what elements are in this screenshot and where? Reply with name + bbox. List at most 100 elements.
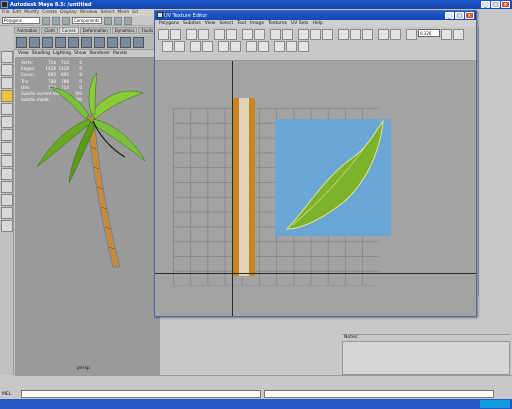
shelf-tool-icon[interactable] — [120, 37, 131, 48]
uv-tool-icon[interactable] — [362, 29, 373, 40]
uv-tool-icon[interactable] — [162, 41, 173, 52]
rotate-tool-icon[interactable] — [1, 103, 13, 115]
menu-select[interactable]: Select — [100, 10, 114, 15]
snap-grid-icon[interactable] — [114, 16, 122, 25]
uv-maximize-button[interactable]: □ — [455, 12, 464, 19]
shelf-tool-icon[interactable] — [107, 37, 118, 48]
mel-command-input[interactable] — [21, 390, 261, 398]
close-button[interactable]: × — [501, 1, 510, 8]
snap-curve-icon[interactable] — [124, 16, 132, 25]
notes-textarea[interactable] — [342, 341, 510, 375]
uv-tool-icon[interactable] — [258, 41, 269, 52]
uv-tool-icon[interactable] — [298, 29, 309, 40]
uv-menu-polygons[interactable]: Polygons — [159, 21, 179, 26]
component-combo[interactable]: Components — [72, 17, 102, 24]
uv-value-field[interactable]: 0.326 — [418, 29, 440, 37]
layout-four-icon[interactable] — [1, 168, 13, 180]
lasso-tool-icon[interactable] — [1, 64, 13, 76]
shelf-tab-deformation[interactable]: Deformation — [79, 27, 111, 34]
shelf-tool-icon[interactable] — [29, 37, 40, 48]
paint-select-tool-icon[interactable] — [1, 77, 13, 89]
uv-tool-icon[interactable] — [378, 29, 389, 40]
scale-tool-icon[interactable] — [1, 116, 13, 128]
vp-menu-renderer[interactable]: Renderer — [89, 51, 110, 56]
uv-tool-icon[interactable] — [170, 29, 181, 40]
select-tool-icon[interactable] — [1, 51, 13, 63]
manipulator-tool-icon[interactable] — [1, 129, 13, 141]
vp-menu-panels[interactable]: Panels — [113, 51, 127, 56]
uv-close-button[interactable]: × — [465, 12, 474, 19]
perspective-viewport[interactable]: Verts: 714 714 0 Edges: 1428 1428 0 Faces: 695 6… — [15, 57, 160, 375]
layout-graph-icon[interactable] — [1, 207, 13, 219]
shelf-tool-icon[interactable] — [16, 37, 27, 48]
save-scene-icon[interactable] — [62, 16, 70, 25]
mode-combo[interactable]: Polygons — [2, 17, 40, 24]
shelf-tool-icon[interactable] — [55, 37, 66, 48]
uv-tool-icon[interactable] — [310, 29, 321, 40]
uv-tool-icon[interactable] — [214, 29, 225, 40]
uv-menu-select[interactable]: Select — [219, 21, 233, 26]
layout-single-icon[interactable] — [1, 155, 13, 167]
shelf-tool-icon[interactable] — [94, 37, 105, 48]
uv-tool-icon[interactable] — [338, 29, 349, 40]
shelf-tool-icon[interactable] — [68, 37, 79, 48]
menu-create[interactable]: Create — [42, 10, 57, 15]
shelf-tool-icon[interactable] — [133, 37, 144, 48]
uv-tool-icon[interactable] — [218, 41, 229, 52]
uv-tool-icon[interactable] — [202, 41, 213, 52]
uv-tool-icon[interactable] — [322, 29, 333, 40]
shelf-tab-cloth[interactable]: Cloth — [41, 27, 58, 34]
vp-menu-show[interactable]: Show — [74, 51, 86, 56]
menu-window[interactable]: Window — [80, 10, 98, 15]
uv-tool-icon[interactable] — [230, 41, 241, 52]
uv-editor-title-bar[interactable]: UV Texture Editor _ □ × — [155, 11, 476, 20]
menu-edit-mesh[interactable]: Ed — [132, 10, 138, 15]
uv-menu-tool[interactable]: Tool — [237, 21, 246, 26]
select-mode-icon[interactable] — [104, 16, 112, 25]
menu-mesh[interactable]: Mesh — [117, 10, 129, 15]
uv-canvas[interactable] — [155, 61, 476, 316]
vp-menu-view[interactable]: View — [18, 51, 29, 56]
vp-menu-shading[interactable]: Shading — [32, 51, 50, 56]
uv-tool-icon[interactable] — [282, 29, 293, 40]
last-tool-icon[interactable] — [1, 142, 13, 154]
uv-tool-icon[interactable] — [350, 29, 361, 40]
uv-tool-icon[interactable] — [453, 29, 464, 40]
uv-menu-view[interactable]: View — [205, 21, 216, 26]
menu-modify[interactable]: Modify — [24, 10, 39, 15]
uv-tool-icon[interactable] — [406, 29, 417, 40]
uv-tool-icon[interactable] — [246, 41, 257, 52]
uv-tool-icon[interactable] — [158, 29, 169, 40]
maximize-button[interactable]: □ — [491, 1, 500, 8]
shelf-tab-curves[interactable]: Curves — [58, 27, 79, 34]
shelf-tab-dynamics[interactable]: Dynamics — [111, 27, 138, 34]
uv-tool-icon[interactable] — [242, 29, 253, 40]
uv-tool-icon[interactable] — [270, 29, 281, 40]
uv-menu-subdivs[interactable]: Subdivs — [183, 21, 201, 26]
uv-tool-icon[interactable] — [441, 29, 452, 40]
time-slider[interactable] — [15, 375, 512, 389]
uv-tool-icon[interactable] — [190, 41, 201, 52]
menu-display[interactable]: Display — [60, 10, 77, 15]
uv-tool-icon[interactable] — [226, 29, 237, 40]
uv-tool-icon[interactable] — [198, 29, 209, 40]
move-tool-icon[interactable] — [1, 90, 13, 102]
uv-tool-icon[interactable] — [298, 41, 309, 52]
uv-minimize-button[interactable]: _ — [445, 12, 454, 19]
vp-menu-lighting[interactable]: Lighting — [53, 51, 71, 56]
open-scene-icon[interactable] — [52, 16, 60, 25]
minimize-button[interactable]: _ — [481, 1, 490, 8]
uv-tool-icon[interactable] — [274, 41, 285, 52]
layout-two-icon[interactable] — [1, 181, 13, 193]
menu-file[interactable]: File — [2, 10, 10, 15]
uv-tool-icon[interactable] — [286, 41, 297, 52]
shelf-tab-animation[interactable]: Animation — [14, 27, 41, 34]
new-scene-icon[interactable] — [42, 16, 50, 25]
layout-outliner-icon[interactable] — [1, 194, 13, 206]
uv-tool-icon[interactable] — [390, 29, 401, 40]
menu-edit[interactable]: Edit — [13, 10, 22, 15]
shelf-tool-icon[interactable] — [42, 37, 53, 48]
uv-tool-icon[interactable] — [186, 29, 197, 40]
uv-menu-textures[interactable]: Textures — [268, 21, 287, 26]
uv-menu-uv-sets[interactable]: UV Sets — [291, 21, 309, 26]
